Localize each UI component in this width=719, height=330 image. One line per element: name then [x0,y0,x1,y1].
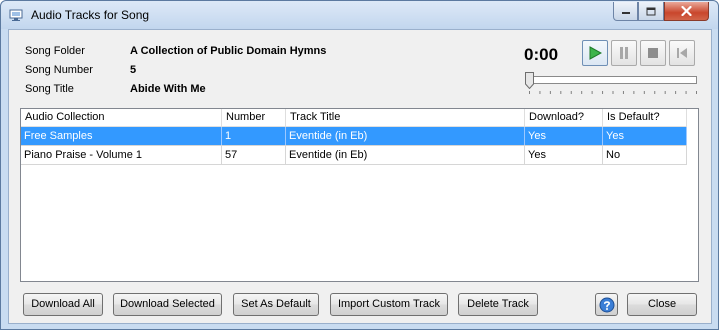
help-button[interactable] [595,293,618,316]
download-all-button[interactable]: Download All [23,293,103,316]
song-folder-value: A Collection of Public Domain Hymns [130,45,327,57]
cell-track-title: Eventide (in Eb) [286,146,525,164]
stop-icon [648,48,658,58]
minimize-icon [621,12,630,14]
close-button[interactable]: Close [627,293,697,316]
cell-audio-collection: Piano Praise - Volume 1 [21,146,222,164]
song-number-value: 5 [130,64,137,76]
audio-tracks-window: Audio Tracks for Song Song Folder A Coll… [0,0,719,330]
close-window-button[interactable] [664,2,709,21]
download-selected-button[interactable]: Download Selected [113,293,222,316]
song-folder-label: Song Folder [25,45,85,57]
table-row[interactable]: Free Samples 1 Eventide (in Eb) Yes Yes [21,127,687,146]
table-row[interactable]: Piano Praise - Volume 1 57 Eventide (in … [21,146,687,165]
close-icon [681,6,692,16]
column-header-download[interactable]: Download? [525,109,603,127]
set-as-default-button[interactable]: Set As Default [233,293,319,316]
import-custom-track-button[interactable]: Import Custom Track [330,293,448,316]
song-number-label: Song Number [25,64,93,76]
play-icon [589,46,602,60]
cell-track-title: Eventide (in Eb) [286,127,525,145]
table-header: Audio Collection Number Track Title Down… [21,109,687,127]
dialog-content: Song Folder A Collection of Public Domai… [8,29,712,324]
rewind-icon [677,48,687,58]
cell-number: 57 [222,146,286,164]
rewind-button[interactable] [669,40,695,66]
column-header-number[interactable]: Number [222,109,286,127]
delete-track-button[interactable]: Delete Track [458,293,538,316]
seek-slider-thumb[interactable] [525,72,534,89]
cell-is-default: No [603,146,687,164]
playback-time: 0:00 [524,45,559,64]
seek-slider-ticks [529,91,697,94]
maximize-icon [646,7,656,15]
minimize-button[interactable] [613,2,638,21]
cell-download: Yes [525,146,603,164]
play-button[interactable] [582,40,608,66]
seek-slider-track[interactable] [526,76,697,84]
column-header-audio-collection[interactable]: Audio Collection [21,109,222,127]
column-header-track-title[interactable]: Track Title [286,109,525,127]
column-header-is-default[interactable]: Is Default? [603,109,687,127]
song-title-label: Song Title [25,83,74,95]
audio-tracks-table: Audio Collection Number Track Title Down… [20,108,699,282]
app-icon [9,9,23,21]
pause-button[interactable] [611,40,637,66]
cell-is-default: Yes [603,127,687,145]
window-title: Audio Tracks for Song [31,8,150,22]
stop-button[interactable] [640,40,666,66]
title-bar[interactable]: Audio Tracks for Song [1,1,718,29]
cell-number: 1 [222,127,286,145]
help-icon [599,297,614,312]
maximize-button[interactable] [638,2,664,21]
pause-icon [620,47,628,59]
song-title-value: Abide With Me [130,83,206,95]
cell-audio-collection: Free Samples [21,127,222,145]
cell-download: Yes [525,127,603,145]
